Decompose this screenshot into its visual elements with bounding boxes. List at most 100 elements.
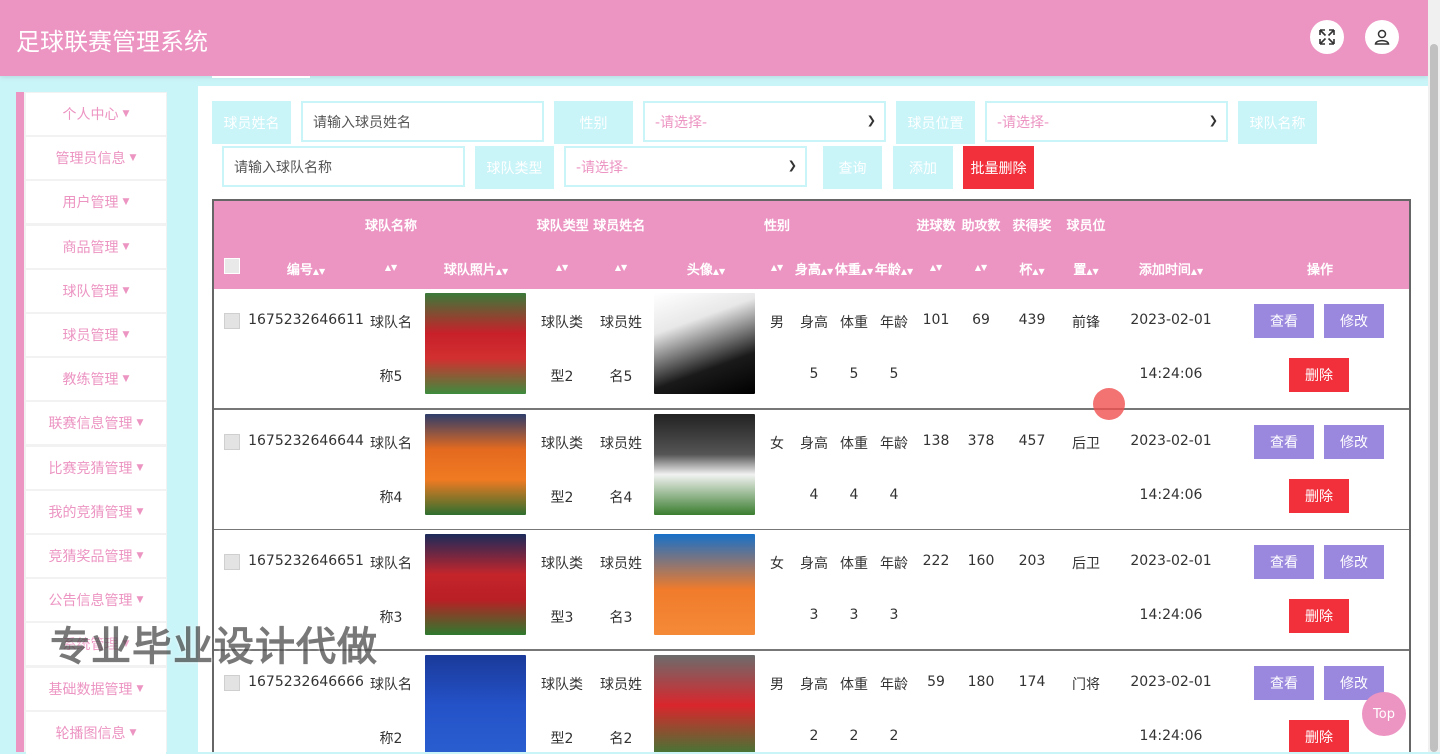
- table-row: 1675232646666 球队名 称2 球队类 型2 球员姓 名2 男身高 2 体重 2 年龄 2 59…: [214, 650, 1409, 752]
- cell-type_a: 球队类: [541, 676, 583, 693]
- cell-h_a: 身高: [800, 676, 828, 693]
- team-type-label: 球队类型: [475, 146, 554, 189]
- sidebar-item[interactable]: 管理员信息 ▼: [26, 137, 166, 180]
- user-icon: [1374, 29, 1390, 45]
- view-button[interactable]: 查看: [1254, 665, 1314, 700]
- team-type-select[interactable]: -请选择- ❯: [564, 146, 807, 187]
- table-row: 1675232646651 球队名 称3 球队类 型3 球员姓 名3 女身高 3 体重 3 年龄 3 22…: [214, 530, 1409, 651]
- gender-select[interactable]: -请选择- ❯: [643, 101, 886, 142]
- back-to-top-button[interactable]: Top: [1362, 692, 1406, 736]
- cell-time: 14:24:06: [1139, 486, 1203, 503]
- delete-button[interactable]: 删除: [1289, 599, 1349, 633]
- header-team-name: 球队名称: [364, 219, 418, 234]
- sidebar-item[interactable]: 球员管理 ▼: [26, 314, 166, 356]
- caret-down-icon: ▼: [136, 462, 144, 473]
- sidebar-item[interactable]: 商品管理 ▼: [26, 225, 166, 268]
- batch-delete-button[interactable]: 批量删除: [963, 146, 1034, 189]
- row-checkbox[interactable]: [224, 313, 240, 329]
- sort-gender[interactable]: ▲▼: [771, 259, 783, 274]
- row-checkbox[interactable]: [224, 674, 240, 691]
- row-checkbox[interactable]: [224, 433, 240, 450]
- header-team-photo: 球队照片: [443, 263, 496, 278]
- sort-age[interactable]: 年龄▲▼: [875, 259, 913, 278]
- header-added: 添加时间: [1138, 263, 1191, 278]
- header-id: 编号: [286, 263, 313, 278]
- cell-id: 1675232646651: [248, 553, 364, 569]
- sidebar-item[interactable]: 轮播图信息 ▼: [26, 711, 166, 754]
- sidebar-item[interactable]: 用户管理 ▼: [26, 181, 166, 224]
- team-name-input[interactable]: 请输入球队名称: [222, 146, 465, 187]
- sidebar-item[interactable]: 教练管理 ▼: [26, 358, 166, 401]
- cell-id: 1675232646644: [248, 432, 364, 449]
- sort-added[interactable]: 添加时间▲▼: [1139, 259, 1203, 278]
- sort-height[interactable]: 身高▲▼: [795, 259, 833, 278]
- cell-h_a: 身高: [800, 315, 828, 331]
- sort-icon: ▲▼: [614, 263, 628, 272]
- user-menu-button[interactable]: [1365, 20, 1399, 54]
- cell-name_a: 球员姓: [600, 676, 642, 693]
- team-name-placeholder: 请输入球队名称: [234, 159, 332, 176]
- cell-position: 前锋: [1072, 315, 1100, 331]
- edit-button[interactable]: 修改: [1324, 545, 1384, 579]
- sort-id[interactable]: 编号▲▼: [287, 259, 325, 278]
- scrollbar-thumb[interactable]: [1430, 44, 1438, 752]
- sort-team-photo[interactable]: 球队照片▲▼: [444, 259, 508, 278]
- edit-button[interactable]: 修改: [1324, 424, 1384, 459]
- sidebar-item[interactable]: 基础数据管理 ▼: [26, 667, 166, 710]
- cell-w_a: 体重: [840, 556, 868, 572]
- select-all-checkbox[interactable]: [224, 258, 240, 274]
- view-button[interactable]: 查看: [1254, 545, 1314, 579]
- sort-position[interactable]: 置▲▼: [1073, 259, 1098, 278]
- sort-icon: ▲▼: [1190, 267, 1204, 276]
- cell-w_b: 3: [849, 607, 859, 623]
- header-awards: 获得奖: [1012, 219, 1052, 234]
- search-button[interactable]: 查询: [823, 146, 882, 189]
- sort-goals[interactable]: ▲▼: [930, 259, 942, 274]
- row-checkbox[interactable]: [224, 554, 240, 570]
- sidebar-item[interactable]: 竞猜奖品管理 ▼: [26, 535, 166, 577]
- cell-gender: 女: [770, 435, 784, 452]
- sort-weight[interactable]: 体重▲▼: [835, 259, 873, 278]
- cell-time: 14:24:06: [1139, 366, 1203, 382]
- position-select[interactable]: -请选择- ❯: [985, 101, 1228, 142]
- sidebar-item[interactable]: 个人中心 ▼: [26, 93, 166, 135]
- header-goals: 进球数: [916, 219, 956, 234]
- app-title: 足球联赛管理系统: [16, 28, 208, 56]
- cell-type_a: 球队类: [541, 315, 583, 331]
- sidebar-item[interactable]: 联赛信息管理 ▼: [26, 402, 166, 445]
- delete-button[interactable]: 删除: [1289, 358, 1349, 392]
- cell-w_b: 5: [849, 366, 859, 382]
- player-name-input[interactable]: 请输入球员姓名: [301, 101, 544, 142]
- caret-down-icon: ▼: [122, 374, 130, 385]
- sort-avatar[interactable]: 头像▲▼: [687, 259, 725, 278]
- sort-player-name[interactable]: ▲▼: [615, 259, 627, 274]
- edit-button[interactable]: 修改: [1324, 304, 1384, 338]
- cell-age_b: 3: [889, 607, 899, 623]
- sidebar-item[interactable]: 球队管理 ▼: [26, 269, 166, 312]
- delete-button[interactable]: 删除: [1289, 478, 1349, 513]
- sort-team-type[interactable]: ▲▼: [556, 259, 568, 274]
- page-scrollbar[interactable]: [1428, 0, 1440, 752]
- sidebar-item[interactable]: 我的竞猜管理 ▼: [26, 490, 166, 533]
- sort-icon: ▲▼: [820, 267, 834, 276]
- header-assists: 助攻数: [961, 219, 1001, 234]
- sort-team-name[interactable]: ▲▼: [385, 259, 397, 274]
- cell-assists: 378: [967, 432, 995, 449]
- cell-age_a: 年龄: [880, 315, 908, 331]
- cell-gender: 男: [770, 315, 784, 331]
- sidebar-item-label: 基础数据管理: [48, 681, 133, 698]
- header-position: 球员位: [1066, 219, 1106, 234]
- cell-team_a: 球队名: [370, 676, 412, 693]
- cell-name_b: 名5: [609, 369, 633, 385]
- delete-button[interactable]: 删除: [1289, 719, 1349, 752]
- cell-h_b: 2: [809, 727, 819, 744]
- cell-goals: 59: [927, 673, 945, 690]
- sort-awards[interactable]: 杯▲▼: [1019, 259, 1044, 278]
- view-button[interactable]: 查看: [1254, 424, 1314, 459]
- view-button[interactable]: 查看: [1254, 304, 1314, 338]
- sidebar-item-label: 公告信息管理: [48, 593, 133, 610]
- add-button[interactable]: 添加: [893, 146, 953, 189]
- sidebar-item[interactable]: 比赛竞猜管理 ▼: [26, 446, 166, 489]
- sort-assists[interactable]: ▲▼: [975, 259, 987, 274]
- fullscreen-button[interactable]: [1310, 20, 1344, 54]
